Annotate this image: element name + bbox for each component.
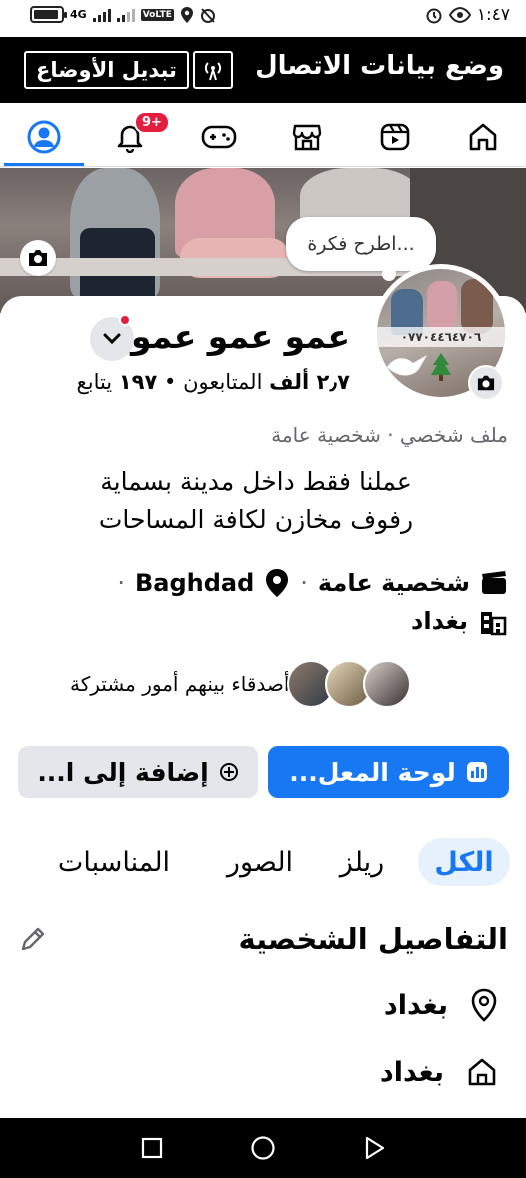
home-icon bbox=[468, 1058, 496, 1086]
data-mode-banner: وضع بيانات الاتصال تبديل الأوضاع bbox=[0, 37, 526, 103]
network-type: 4G bbox=[70, 8, 87, 21]
mutual-friend-avatar bbox=[363, 660, 412, 708]
info-row-1: شخصية عامة · Baghdad · bbox=[117, 568, 508, 598]
followers-label: المتابعون bbox=[183, 370, 263, 394]
profile-tab[interactable] bbox=[22, 115, 66, 159]
alarm-icon bbox=[426, 8, 442, 24]
chevron-down-icon bbox=[103, 333, 121, 345]
notifications-badge: 9+ bbox=[134, 111, 170, 134]
thought-prompt-text: اطرح فكرة... bbox=[307, 233, 415, 255]
marketplace-tab[interactable] bbox=[285, 115, 329, 159]
tab-all[interactable]: الكل bbox=[418, 838, 510, 886]
gaming-tab[interactable] bbox=[197, 115, 241, 159]
active-tab-indicator bbox=[4, 163, 84, 166]
alarm-off-icon bbox=[200, 7, 215, 23]
eye-icon bbox=[448, 7, 471, 23]
following-count: ١٩٧ bbox=[118, 370, 158, 394]
info-type: شخصية عامة bbox=[317, 569, 470, 597]
detail-location-label: بغداد bbox=[383, 989, 448, 1021]
bio-line-1: عملنا فقط داخل مدينة بسماية bbox=[100, 467, 412, 496]
gaming-icon bbox=[201, 125, 237, 149]
signal-icon bbox=[92, 8, 111, 22]
profile-name: عمو عمو عمو bbox=[130, 317, 350, 356]
follow-stats[interactable]: ٢٫٧ ألف المتابعون • ١٩٧ يتابع bbox=[77, 370, 350, 394]
profile-bio: عملنا فقط داخل مدينة بسماية رفوف مخازن ل… bbox=[6, 463, 506, 539]
stats-separator: • bbox=[163, 370, 177, 394]
info-separator: · bbox=[300, 569, 308, 597]
tab-reels[interactable]: ريلز bbox=[330, 838, 394, 886]
add-to-label: إضافة إلى ا... bbox=[37, 757, 209, 787]
info-location[interactable]: Baghdad bbox=[135, 569, 254, 597]
bio-line-2: رفوف مخازن لكافة المساحات bbox=[98, 505, 414, 534]
switch-modes-button[interactable]: تبديل الأوضاع bbox=[24, 51, 189, 89]
camera-icon bbox=[29, 250, 47, 266]
recents-icon[interactable] bbox=[141, 1137, 163, 1159]
home-icon bbox=[469, 123, 497, 151]
location-pin-icon bbox=[266, 569, 289, 597]
profile-icon bbox=[27, 120, 61, 154]
info-row-2: بغداد bbox=[411, 606, 508, 636]
clock: ١:٤٧ bbox=[476, 5, 510, 25]
tab-photos[interactable]: الصور bbox=[218, 838, 302, 886]
thought-prompt-bubble[interactable]: اطرح فكرة... bbox=[286, 217, 436, 281]
tab-events[interactable]: المناسبات bbox=[48, 838, 180, 886]
profile-camera-button[interactable] bbox=[468, 365, 504, 401]
home-tab[interactable] bbox=[461, 115, 505, 159]
plus-circle-icon bbox=[219, 763, 238, 781]
detail-location-row: بغداد bbox=[384, 988, 498, 1022]
antenna-icon[interactable] bbox=[193, 51, 233, 89]
dashboard-label: لوحة المعل... bbox=[289, 757, 456, 787]
pencil-icon[interactable] bbox=[18, 924, 48, 954]
back-icon[interactable] bbox=[364, 1136, 386, 1160]
info-city: بغداد bbox=[411, 607, 468, 635]
add-to-story-button[interactable]: إضافة إلى ا... bbox=[18, 746, 258, 798]
mutual-friends-text: أصدقاء بينهم أمور مشتركة bbox=[70, 672, 290, 696]
profile-category: ملف شخصي · شخصية عامة bbox=[271, 423, 508, 447]
camera-icon bbox=[477, 375, 495, 391]
volte-badge: VoLTE bbox=[140, 8, 174, 21]
signal-icon-2 bbox=[116, 8, 135, 22]
notification-dot bbox=[119, 314, 131, 326]
battery-icon bbox=[30, 6, 67, 23]
avatar-phone-text: ٠٧٧٠٤٤٦٤٧٠٦ bbox=[377, 327, 505, 347]
dove-icon bbox=[387, 355, 427, 376]
location-status-icon bbox=[180, 6, 193, 23]
detail-home-label: بغداد bbox=[379, 1056, 444, 1088]
followers-count: ٢٫٧ ألف bbox=[269, 370, 350, 394]
cedar-icon bbox=[431, 353, 451, 381]
building-icon bbox=[481, 612, 507, 636]
clapperboard-icon bbox=[482, 571, 506, 594]
info-separator-2: · bbox=[117, 569, 125, 597]
marketplace-icon bbox=[292, 124, 322, 151]
video-icon bbox=[380, 123, 410, 151]
video-tab[interactable] bbox=[373, 115, 417, 159]
following-label: يتابع bbox=[76, 370, 113, 394]
home-button-icon[interactable] bbox=[250, 1135, 276, 1161]
personal-details-title: التفاصيل الشخصية bbox=[238, 922, 508, 956]
cover-camera-button[interactable] bbox=[20, 240, 56, 276]
location-icon bbox=[471, 988, 497, 1022]
data-mode-title: وضع بيانات الاتصال bbox=[255, 51, 504, 81]
mutual-friends[interactable]: أصدقاء بينهم أمور مشتركة bbox=[70, 660, 421, 708]
status-bar: 4G VoLTE ١:٤٧ bbox=[0, 0, 526, 36]
top-navigation bbox=[0, 103, 526, 167]
detail-home-row: بغداد bbox=[380, 1056, 498, 1088]
system-navigation-bar bbox=[0, 1118, 526, 1178]
dashboard-icon bbox=[466, 762, 487, 782]
professional-dashboard-button[interactable]: لوحة المعل... bbox=[268, 746, 509, 798]
